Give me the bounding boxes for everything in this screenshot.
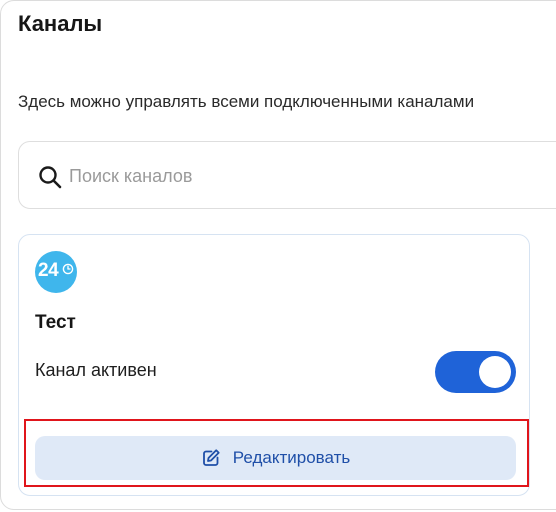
channel-logo: 24 bbox=[35, 251, 77, 293]
channel-logo-text: 24 bbox=[38, 260, 59, 281]
pencil-icon bbox=[202, 449, 220, 466]
channel-card: 24 Тест Канал активен Редактировать bbox=[18, 234, 530, 496]
page-subtitle: Здесь можно управлять всеми подключенным… bbox=[18, 92, 475, 111]
edit-button-label: Редактировать bbox=[232, 448, 351, 467]
channel-name: Тест bbox=[35, 312, 76, 333]
toggle-knob bbox=[479, 356, 511, 388]
search-icon bbox=[39, 166, 62, 189]
search-box[interactable] bbox=[18, 141, 556, 209]
channel-status-label: Канал активен bbox=[35, 360, 157, 380]
channels-panel: Каналы Здесь можно управлять всеми подкл… bbox=[0, 0, 556, 510]
page-title: Каналы bbox=[18, 11, 103, 36]
edit-button[interactable]: Редактировать bbox=[35, 436, 516, 480]
clock-icon bbox=[62, 263, 74, 275]
channel-active-toggle[interactable] bbox=[435, 351, 516, 393]
search-input[interactable] bbox=[69, 161, 549, 191]
